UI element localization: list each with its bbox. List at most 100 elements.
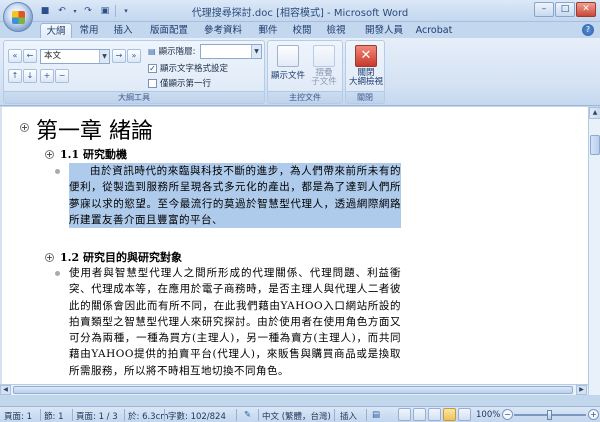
collapse-subdocuments-button[interactable]: 摺疊 子文件 (305, 43, 343, 91)
show-level-select[interactable]: ▼ (200, 44, 262, 59)
tab-view[interactable]: 檢視 (322, 23, 350, 38)
show-document-icon (277, 45, 299, 67)
expand-heading-icon[interactable]: + (45, 253, 54, 262)
full-screen-reading-view-icon[interactable] (413, 408, 426, 421)
status-divider (164, 409, 165, 421)
show-first-line-only-label: 僅顯示第一行 (160, 79, 212, 89)
status-insert-mode[interactable]: 插入 (340, 410, 357, 422)
chevron-down-icon: ▼ (251, 45, 261, 58)
checkbox-checked-icon: ✓ (148, 63, 157, 73)
status-divider (40, 409, 41, 421)
tab-home[interactable]: 常用 (74, 23, 104, 38)
collapse-icon[interactable]: − (55, 69, 69, 83)
master-document-group: 顯示文件 摺疊 子文件 主控文件 (267, 40, 343, 104)
outline-tools-group-label: 大綱工具 (4, 91, 264, 103)
status-word-count[interactable]: 字數: 102/824 (168, 410, 226, 422)
zoom-slider-thumb[interactable] (547, 410, 552, 420)
outline-level-select[interactable]: 本文 ▼ (40, 49, 110, 64)
status-divider (124, 409, 125, 421)
body-text-bullet-icon[interactable] (55, 169, 60, 174)
expand-heading-icon[interactable]: + (45, 150, 54, 159)
status-position[interactable]: 於: 6.3cm (128, 410, 169, 422)
checkbox-unchecked-icon (148, 78, 157, 88)
body-paragraph: 由於資訊時代的來臨與科技不斷的進步，為人們帶來前所未有的便利，從製造到服務所呈現… (69, 163, 401, 229)
outline-level-value: 本文 (44, 51, 62, 61)
show-level-icon: ▤ (148, 46, 156, 56)
help-icon[interactable]: ? (582, 24, 594, 36)
tab-developer[interactable]: 開發人員 (360, 23, 408, 38)
master-document-group-label: 主控文件 (268, 91, 342, 103)
close-outline-icon: ✕ (355, 45, 377, 67)
print-layout-view-icon[interactable] (398, 408, 411, 421)
show-document-label: 顯示文件 (270, 71, 305, 81)
scroll-up-icon[interactable]: ▲ (589, 107, 600, 119)
tab-mailings[interactable]: 郵件 (254, 23, 282, 38)
demote-to-body-icon[interactable]: » (127, 49, 141, 63)
tab-references[interactable]: 參考資料 (198, 23, 248, 38)
show-text-format-checkbox[interactable]: ✓ 顯示文字格式設定 (148, 62, 228, 74)
minimize-button[interactable]: – (534, 2, 554, 17)
close-outline-view-button[interactable]: ✕ 關閉 大綱檢視 (347, 43, 385, 91)
promote-to-heading1-icon[interactable]: « (8, 49, 22, 63)
scroll-left-icon[interactable]: ◀ (0, 385, 11, 395)
show-level-row: ▤ 顯示階層: (148, 45, 196, 58)
status-language[interactable]: 中文 (繁體，台灣) (262, 410, 331, 422)
tab-page-layout[interactable]: 版面配置 (144, 23, 194, 38)
show-text-format-label: 顯示文字格式設定 (160, 64, 229, 74)
body-text-bullet-icon[interactable] (55, 271, 60, 276)
chevron-down-icon: ▼ (99, 50, 109, 63)
status-divider (258, 409, 259, 421)
tab-acrobat[interactable]: Acrobat (412, 23, 456, 38)
outline-view-icon[interactable] (443, 408, 456, 421)
chapter-heading: 第一章 緒論 (36, 119, 153, 144)
demote-icon[interactable]: → (112, 49, 126, 63)
zoom-level[interactable]: 100% (476, 410, 500, 420)
expand-icon[interactable]: + (40, 69, 54, 83)
section-heading: 1.2 研究目的與研究對象 (60, 251, 182, 264)
status-divider (334, 409, 335, 421)
status-divider (72, 409, 73, 421)
expand-heading-icon[interactable]: + (20, 123, 29, 132)
horizontal-scroll-thumb[interactable] (13, 386, 573, 394)
draft-view-icon[interactable] (458, 408, 471, 421)
proofing-icon[interactable]: ✎ (244, 410, 251, 420)
collapse-subdocuments-icon (313, 45, 335, 67)
tab-review[interactable]: 校閱 (288, 23, 316, 38)
show-level-label: 顯示階層: (158, 47, 196, 57)
ribbon-tabs: 大綱 常用 插入 版面配置 參考資料 郵件 校閱 檢視 開發人員 Acrobat (0, 22, 600, 38)
promote-icon[interactable]: ← (23, 49, 37, 63)
tab-insert[interactable]: 插入 (108, 23, 138, 38)
status-page[interactable]: 頁面: 1 (4, 410, 32, 422)
ribbon: « ← 本文 ▼ → » ↑ ↓ + − ▤ 顯示階層: ▼ ✓ 顯示文字格式設… (0, 38, 600, 106)
show-document-button[interactable]: 顯示文件 (269, 43, 307, 91)
scroll-right-icon[interactable]: ▶ (576, 385, 587, 395)
zoom-in-icon[interactable]: + (588, 409, 599, 420)
show-first-line-only-checkbox[interactable]: 僅顯示第一行 (148, 77, 211, 89)
collapse-subdocuments-label: 摺疊 子文件 (311, 68, 337, 87)
zoom-out-icon[interactable]: − (502, 409, 513, 420)
office-logo-icon (12, 11, 25, 24)
section-heading: 1.1 研究動機 (60, 148, 127, 161)
tab-outline[interactable]: 大綱 (40, 23, 72, 38)
maximize-button[interactable]: □ (555, 2, 575, 17)
close-button[interactable]: ✕ (576, 2, 596, 17)
macro-record-icon[interactable]: ▤ (372, 410, 380, 420)
status-page-of[interactable]: 頁面: 1 / 3 (76, 410, 118, 422)
move-up-icon[interactable]: ↑ (8, 69, 22, 83)
web-layout-view-icon[interactable] (428, 408, 441, 421)
body-paragraph: 使用者與智慧型代理人之間所形成的代理關係、代理問題、利益衝突、代理成本等，在應用… (69, 267, 401, 377)
body-paragraph-clip: 使用者與智慧型代理人之間所形成的代理關係、代理問題、利益衝突、代理成本等，在應用… (69, 265, 401, 384)
close-group: ✕ 關閉 大綱檢視 關閉 (345, 40, 385, 104)
office-button[interactable] (3, 2, 33, 32)
outline-tools-group: « ← 本文 ▼ → » ↑ ↓ + − ▤ 顯示階層: ▼ ✓ 顯示文字格式設… (3, 40, 265, 104)
title-bar: ■ ↶ ▾ ↷ ▣ ▾ 代理搜尋探討.doc [相容模式] - Microsof… (0, 0, 600, 22)
status-divider (366, 409, 367, 421)
status-bar: 頁面: 1 節: 1 頁面: 1 / 3 於: 6.3cm 字數: 102/82… (0, 406, 600, 422)
window-controls: – □ ✕ (534, 2, 596, 17)
vertical-scrollbar[interactable]: ▲ (588, 107, 600, 395)
status-section[interactable]: 節: 1 (44, 410, 63, 422)
horizontal-scrollbar[interactable]: ◀ ▶ (0, 384, 588, 395)
move-down-icon[interactable]: ↓ (23, 69, 37, 83)
close-group-label: 關閉 (346, 91, 384, 103)
vertical-scroll-thumb[interactable] (590, 135, 600, 155)
